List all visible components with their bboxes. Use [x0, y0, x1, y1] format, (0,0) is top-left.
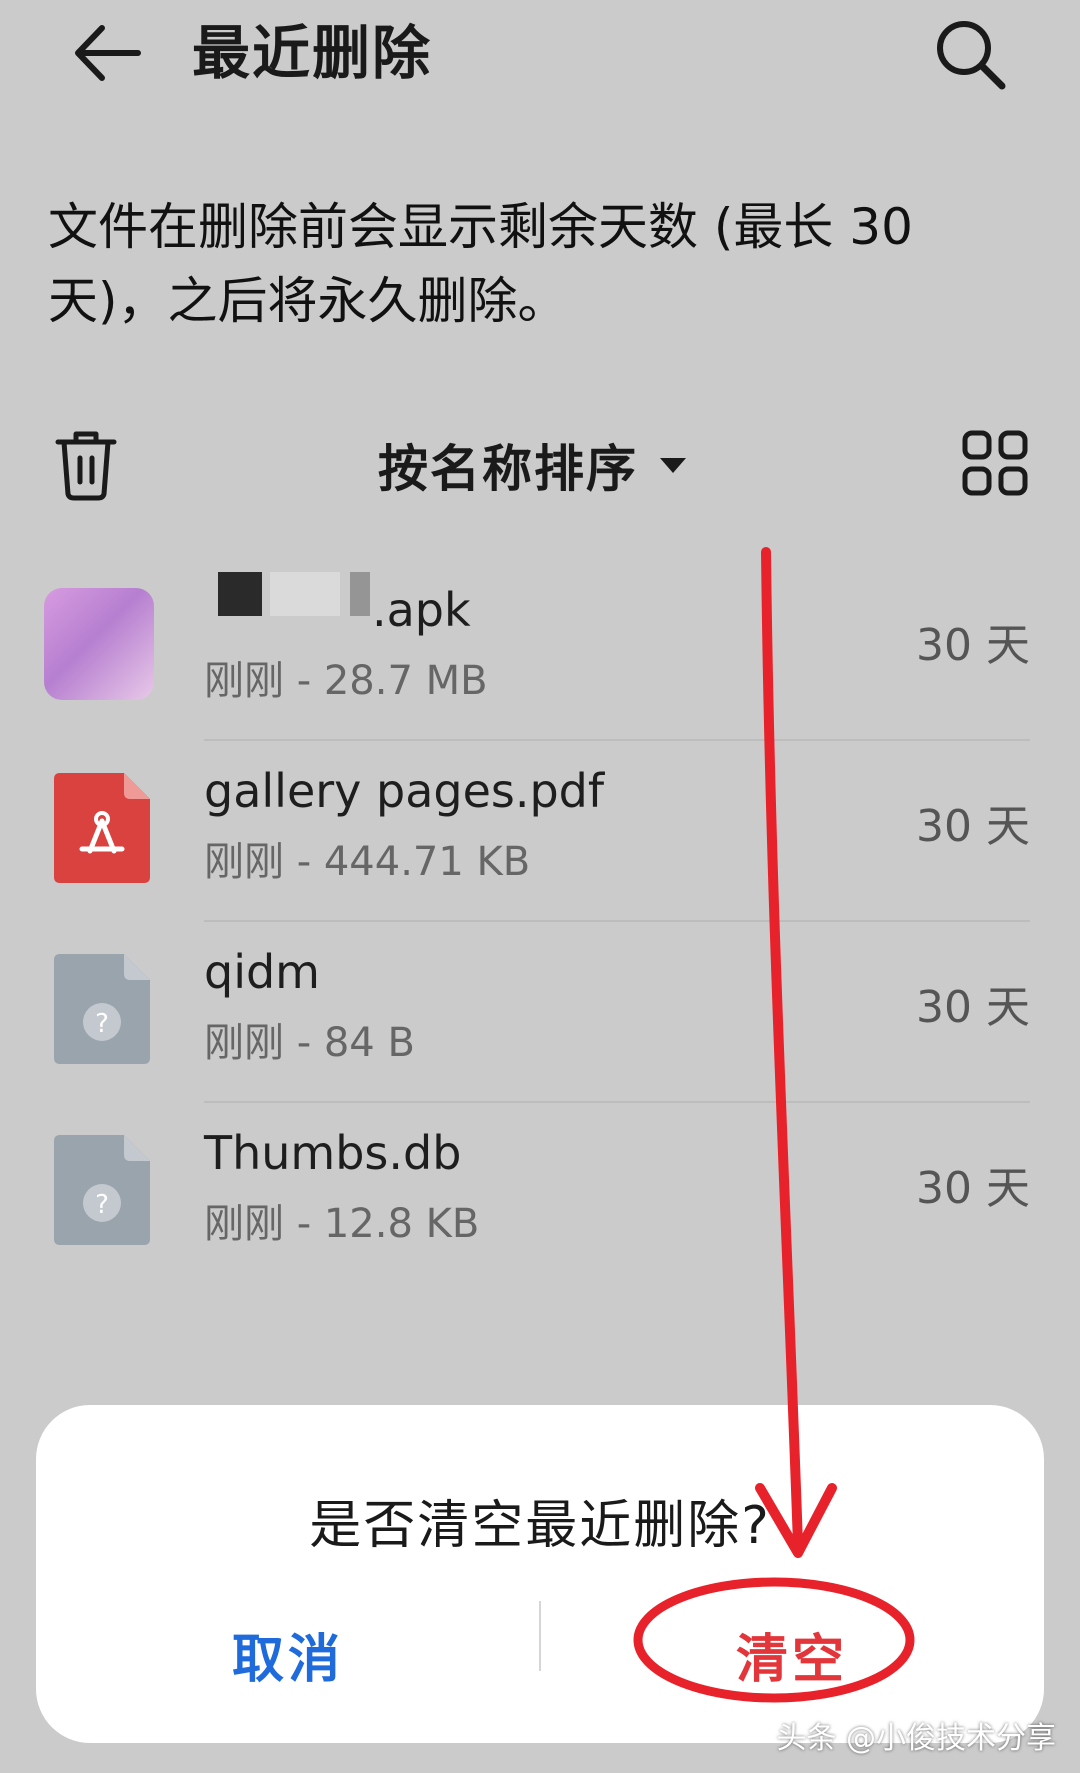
- page-title: 最近删除: [192, 19, 433, 87]
- back-arrow-icon: [75, 25, 141, 81]
- grid-view-icon: [962, 430, 1028, 496]
- days-remaining: 30 天: [916, 620, 1030, 671]
- back-button[interactable]: [68, 18, 148, 88]
- unknown-file-icon: ?: [54, 954, 150, 1064]
- file-row-thumbs-db[interactable]: ? Thumbs.db 刚刚 - 12.8 KB 30 天: [0, 1103, 1080, 1284]
- trash-icon: [55, 431, 117, 501]
- svg-text:?: ?: [95, 1190, 109, 1220]
- file-meta: 刚刚 - 84 B: [204, 1020, 415, 1066]
- confirm-clear-dialog: 是否清空最近删除? 取消 清空: [36, 1405, 1044, 1743]
- redacted-block: [270, 572, 340, 616]
- unknown-file-icon: ?: [54, 1135, 150, 1245]
- file-name: qidm: [204, 945, 320, 999]
- sort-dropdown[interactable]: 按名称排序: [378, 428, 686, 502]
- search-button[interactable]: [930, 14, 1010, 94]
- file-row-pdf[interactable]: gallery pages.pdf 刚刚 - 444.71 KB 30 天: [0, 741, 1080, 922]
- trash-button[interactable]: [54, 428, 118, 502]
- retention-info-text: 文件在删除前会显示剩余天数 (最长 30 天)，之后将永久删除。: [48, 198, 913, 330]
- top-app-bar: 最近删除: [0, 0, 1080, 110]
- clear-button[interactable]: 清空: [540, 1610, 1044, 1710]
- dialog-title: 是否清空最近删除?: [309, 1496, 771, 1556]
- file-meta: 刚刚 - 12.8 KB: [204, 1201, 480, 1247]
- watermark: 头条 @小俊技术分享: [776, 1721, 1056, 1756]
- days-remaining: 30 天: [916, 801, 1030, 852]
- file-name: gallery pages.pdf: [204, 764, 605, 818]
- file-row-apk[interactable]: .apk 刚刚 - 28.7 MB 30 天: [0, 560, 1080, 741]
- file-row-qidm[interactable]: ? qidm 刚刚 - 84 B 30 天: [0, 922, 1080, 1103]
- search-icon: [937, 21, 1006, 90]
- days-remaining: 30 天: [916, 1163, 1030, 1214]
- days-remaining: 30 天: [916, 982, 1030, 1033]
- cancel-button[interactable]: 取消: [36, 1610, 540, 1710]
- sort-toolbar: 按名称排序: [0, 420, 1080, 510]
- pdf-file-icon: [54, 773, 150, 883]
- caret-down-icon: [660, 457, 686, 473]
- sort-label: 按名称排序: [378, 440, 638, 498]
- file-meta: 刚刚 - 444.71 KB: [204, 839, 531, 885]
- file-meta: 刚刚 - 28.7 MB: [204, 658, 488, 704]
- file-name: .apk: [372, 583, 471, 637]
- file-name: Thumbs.db: [204, 1126, 462, 1180]
- grid-view-button[interactable]: [962, 430, 1028, 496]
- svg-text:?: ?: [95, 1009, 109, 1039]
- redacted-block: [218, 572, 262, 616]
- app-thumbnail-icon: [44, 588, 154, 700]
- redacted-block: [350, 572, 370, 616]
